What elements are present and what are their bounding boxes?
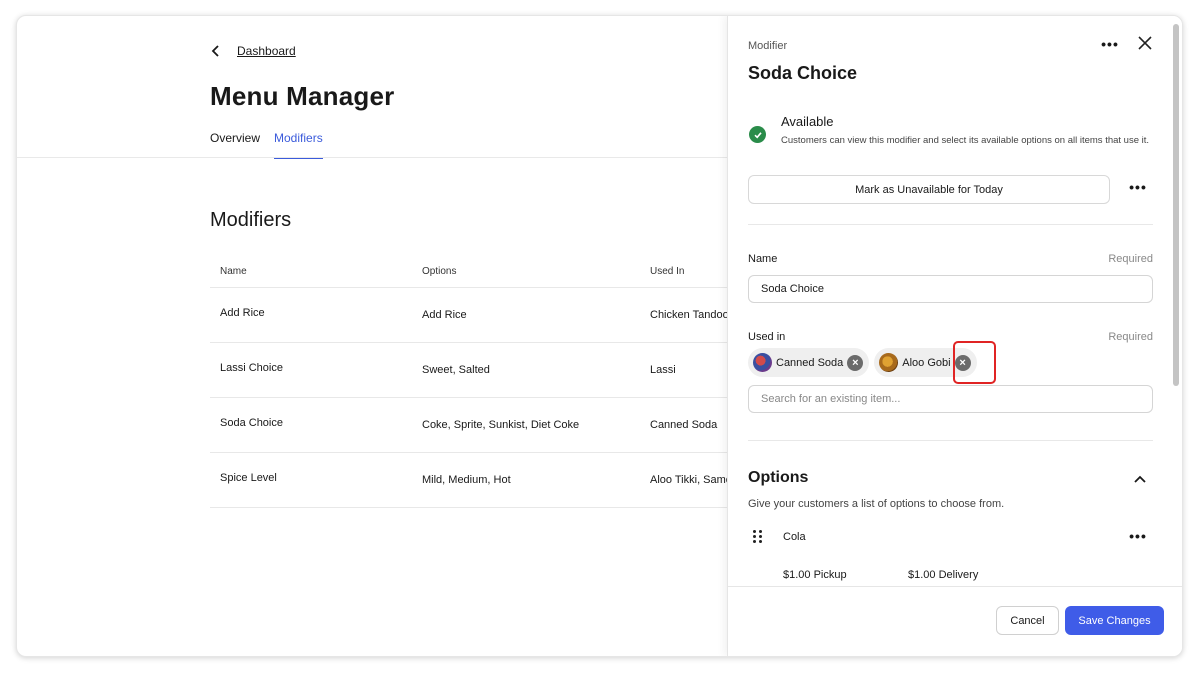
page-title: Menu Manager <box>210 81 395 111</box>
chevron-left-icon[interactable] <box>209 44 223 58</box>
cell-options: Add Rice <box>422 309 467 321</box>
cell-name: Lassi Choice <box>220 361 283 374</box>
app-window: Dashboard Menu Manager Overview Modifier… <box>16 15 1183 657</box>
option-delivery-price: $1.00 Delivery <box>908 569 979 581</box>
table-row[interactable]: Spice Level Mild, Medium, Hot Aloo Tikki… <box>210 453 729 508</box>
ellipsis-icon[interactable]: ••• <box>1128 180 1148 196</box>
used-in-search-input[interactable]: Search for an existing item... <box>748 385 1153 413</box>
panel-kicker: Modifier <box>748 40 788 52</box>
panel-footer: Cancel Save Changes <box>728 586 1182 656</box>
column-header-name: Name <box>220 266 247 277</box>
cell-used-in: Chicken Tandoori <box>650 309 729 321</box>
table-row[interactable]: Add Rice Add Rice Chicken Tandoori <box>210 288 729 343</box>
save-changes-button[interactable]: Save Changes <box>1065 606 1164 635</box>
tab-divider <box>17 157 729 158</box>
panel-title: Soda Choice <box>748 63 858 83</box>
used-in-chip: Canned Soda × <box>748 348 870 377</box>
cell-options: Coke, Sprite, Sunkist, Diet Coke <box>422 419 580 431</box>
table-row[interactable]: Soda Choice Coke, Sprite, Sunkist, Diet … <box>210 398 729 453</box>
ellipsis-icon[interactable]: ••• <box>1100 36 1120 52</box>
modifier-side-panel: Modifier Soda Choice ••• Available Custo… <box>727 16 1182 656</box>
breadcrumb: Dashboard <box>209 44 296 58</box>
drag-handle-icon[interactable] <box>753 530 763 544</box>
breadcrumb-dashboard-link[interactable]: Dashboard <box>237 44 296 58</box>
highlight-box <box>953 341 996 384</box>
mark-unavailable-button[interactable]: Mark as Unavailable for Today <box>748 175 1110 204</box>
column-header-used-in: Used In <box>650 266 685 277</box>
options-description: Give your customers a list of options to… <box>748 498 1005 510</box>
name-field-label: Name <box>748 253 778 265</box>
cell-used-in: Aloo Tikki, Samosa <box>650 474 729 486</box>
panel-scroll-area: Modifier Soda Choice ••• Available Custo… <box>728 16 1182 586</box>
divider <box>748 440 1153 441</box>
name-required-label: Required <box>1108 253 1153 265</box>
close-icon[interactable] <box>1136 36 1154 54</box>
scrollbar-thumb[interactable] <box>1173 24 1179 386</box>
cell-name: Spice Level <box>220 471 277 484</box>
used-in-chips: Canned Soda × Aloo Gobi × <box>748 348 977 377</box>
item-thumbnail <box>753 353 772 372</box>
divider <box>748 224 1153 225</box>
cell-options: Mild, Medium, Hot <box>422 474 511 486</box>
check-circle-icon <box>749 126 766 143</box>
used-in-required-label: Required <box>1108 331 1153 343</box>
chevron-up-icon[interactable] <box>1133 471 1151 485</box>
remove-chip-icon[interactable]: × <box>847 354 864 371</box>
chip-label: Canned Soda <box>776 356 844 369</box>
cell-name: Add Rice <box>220 306 265 319</box>
cell-name: Soda Choice <box>220 416 283 429</box>
item-thumbnail <box>879 353 899 372</box>
modifiers-heading: Modifiers <box>210 209 292 231</box>
modifiers-table: Name Options Used In Add Rice Add Rice C… <box>210 256 729 508</box>
table-header: Name Options Used In <box>210 256 729 288</box>
scrollbar[interactable] <box>1173 24 1179 584</box>
column-header-options: Options <box>422 266 457 277</box>
cell-used-in: Canned Soda <box>650 419 718 431</box>
chip-label: Aloo Gobi <box>902 356 951 369</box>
used-in-label: Used in <box>748 331 786 343</box>
availability-description: Customers can view this modifier and sel… <box>781 135 1150 146</box>
main-content: Dashboard Menu Manager Overview Modifier… <box>17 16 729 656</box>
options-heading: Options <box>748 469 809 486</box>
option-pickup-price: $1.00 Pickup <box>783 569 847 581</box>
cell-options: Sweet, Salted <box>422 364 490 376</box>
tab-bar: Overview Modifiers <box>210 131 323 159</box>
option-name: Cola <box>783 531 806 543</box>
availability-title: Available <box>781 114 834 129</box>
tab-overview[interactable]: Overview <box>210 131 260 159</box>
name-field[interactable]: Soda Choice <box>748 275 1153 303</box>
cancel-button[interactable]: Cancel <box>996 606 1059 635</box>
cell-used-in: Lassi <box>650 364 676 376</box>
table-row[interactable]: Lassi Choice Sweet, Salted Lassi <box>210 343 729 398</box>
ellipsis-icon[interactable]: ••• <box>1128 529 1148 544</box>
tab-modifiers[interactable]: Modifiers <box>274 131 323 159</box>
